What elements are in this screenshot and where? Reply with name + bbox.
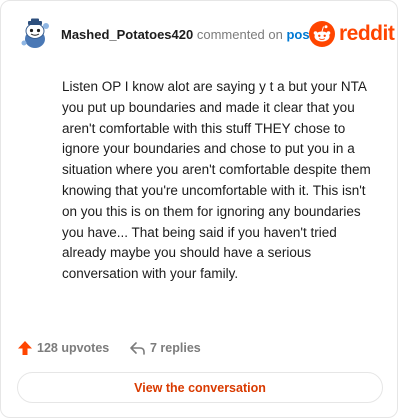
reddit-snoo-icon [309, 21, 335, 47]
upvote-arrow-icon[interactable] [17, 340, 33, 356]
comment-body: Listen OP I know alot are saying y t a b… [62, 79, 371, 282]
upvote-count: 128 upvotes [37, 341, 110, 355]
commented-on-text: commented on [196, 27, 283, 42]
username-link[interactable]: Mashed_Potatoes420 [61, 27, 193, 42]
user-avatar[interactable] [19, 18, 51, 50]
comment-footer: 128 upvotes 7 replies [17, 338, 387, 358]
comment-embed-card: Mashed_Potatoes420 commented on post red… [0, 0, 398, 418]
comment-header: Mashed_Potatoes420 commented on post red… [19, 18, 395, 50]
reddit-wordmark: reddit [339, 22, 395, 45]
reply-count[interactable]: 7 replies [150, 341, 201, 355]
reddit-logo[interactable]: reddit [309, 21, 395, 47]
view-conversation-button[interactable]: View the conversation [17, 372, 383, 403]
comment-meta: Mashed_Potatoes420 commented on post [61, 28, 314, 42]
reply-arrow-icon[interactable] [129, 340, 146, 356]
